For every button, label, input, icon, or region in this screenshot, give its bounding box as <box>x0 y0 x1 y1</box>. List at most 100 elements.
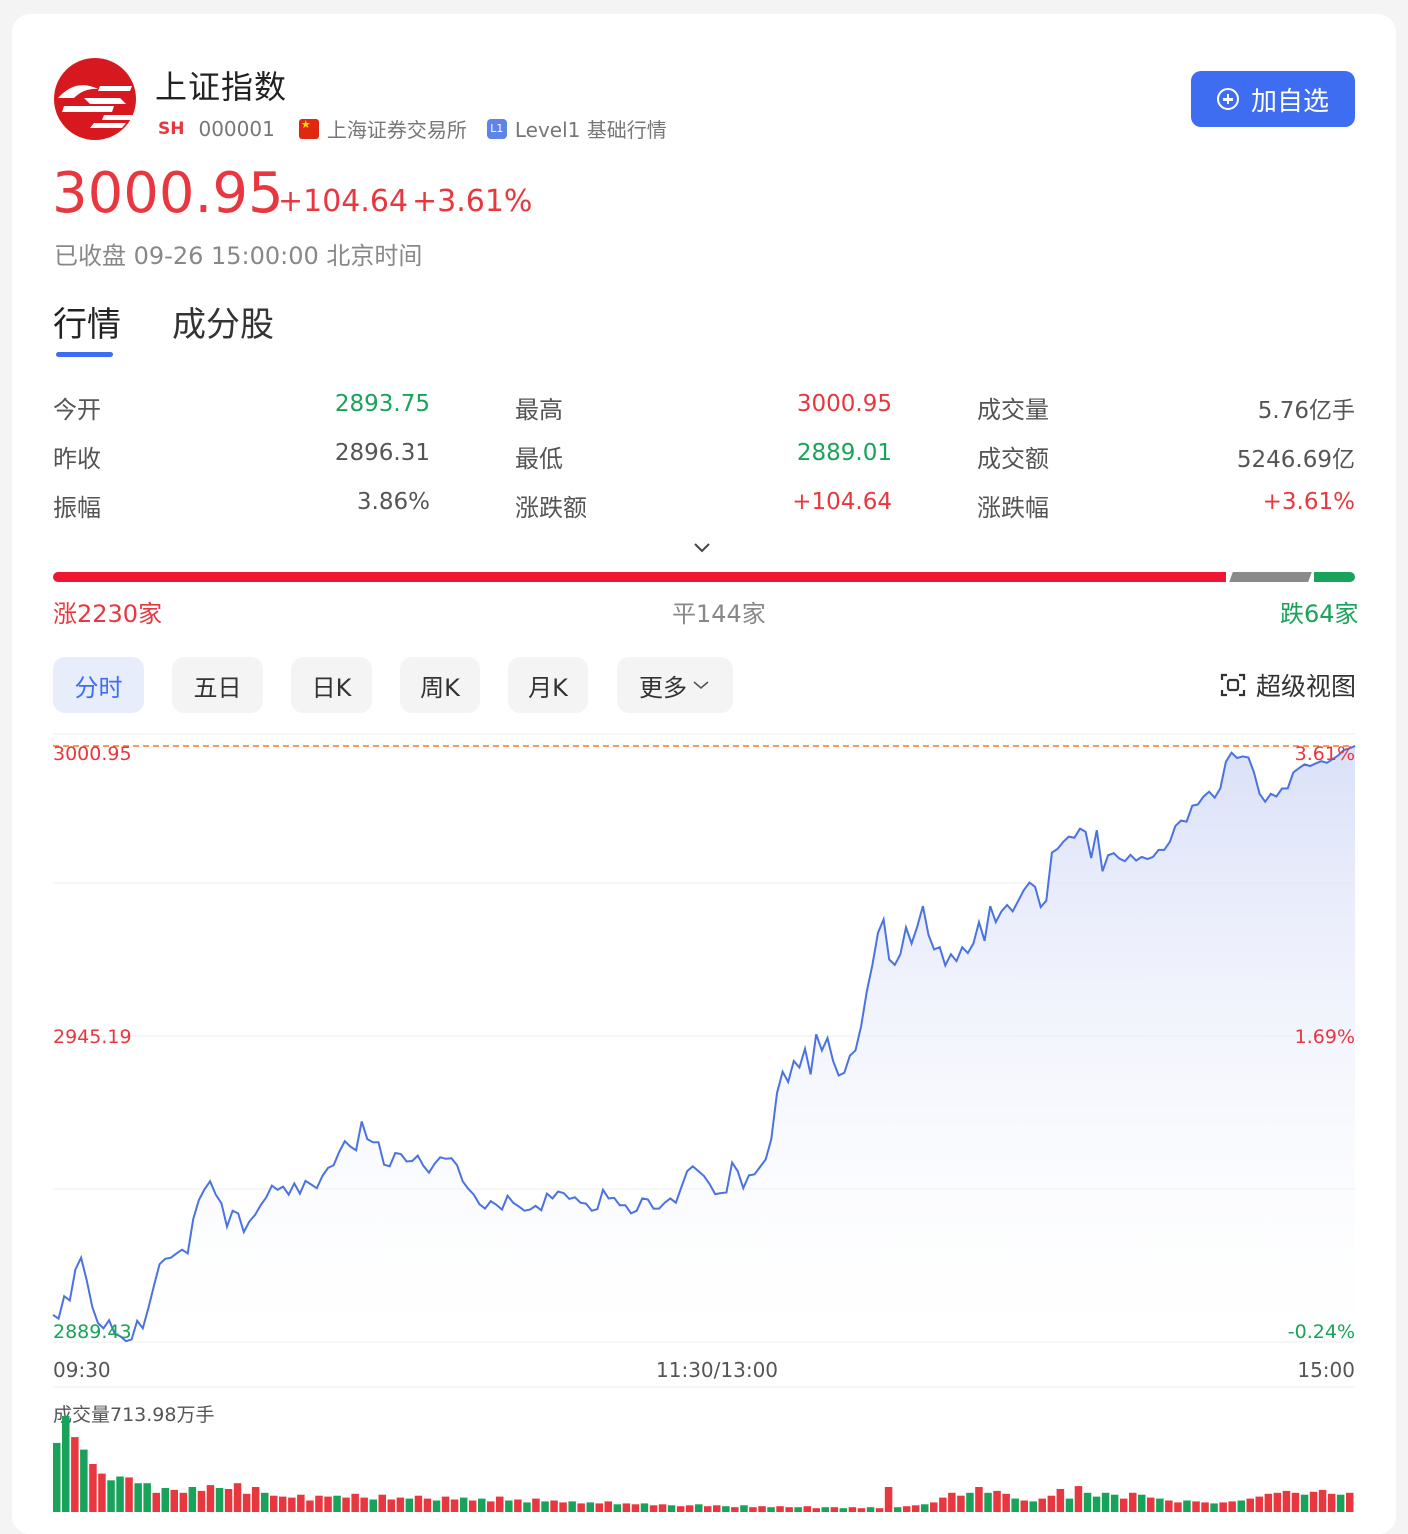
volume-bar <box>1300 1494 1309 1512</box>
tab-quote[interactable]: 行情 <box>53 297 121 346</box>
volume-bar <box>1174 1502 1182 1512</box>
volume-bar <box>478 1498 486 1512</box>
volume-bar <box>233 1483 242 1512</box>
volume-bar <box>984 1492 992 1512</box>
volume-bar <box>794 1507 802 1512</box>
volume-bar <box>206 1485 215 1512</box>
stat-value-volume: 5.76亿手 <box>1257 398 1355 424</box>
volume-bar <box>450 1499 459 1512</box>
chart-tab-daily-k[interactable]: 日K <box>291 657 372 713</box>
volume-bar <box>396 1497 405 1512</box>
last-price: 3000.95 <box>52 161 284 226</box>
volume-bar <box>487 1501 495 1512</box>
volume-bar <box>1264 1493 1273 1512</box>
volume-bar <box>866 1507 875 1512</box>
chart-tab-5day[interactable]: 五日 <box>172 657 263 713</box>
super-view-button[interactable]: 超级视图 <box>1220 667 1356 703</box>
y-pct-mid: 1.69% <box>1294 1026 1355 1048</box>
volume-bar <box>170 1489 178 1512</box>
volume-bar <box>1255 1496 1263 1512</box>
volume-bar <box>1346 1492 1354 1512</box>
volume-bar <box>1237 1500 1245 1512</box>
expand-chevron-icon[interactable] <box>691 536 713 558</box>
sse-logo-icon <box>54 58 136 140</box>
breadth-up-label: 涨2230家 <box>53 600 163 628</box>
volume-bar <box>441 1496 450 1512</box>
exchange-name: 上海证券交易所 <box>326 118 467 142</box>
stat-label-low: 最低 <box>515 445 563 473</box>
volume-bar <box>1246 1498 1254 1512</box>
volume-bar <box>1129 1492 1137 1512</box>
x-label-midday: 11:30/13:00 <box>656 1358 779 1382</box>
volume-bar <box>803 1506 811 1512</box>
volume-bar <box>1309 1491 1318 1512</box>
volume-bar <box>1273 1492 1282 1512</box>
volume-bar <box>1147 1497 1155 1512</box>
volume-bar <box>1101 1492 1110 1512</box>
volume-bar <box>432 1500 441 1512</box>
add-watchlist-button[interactable]: 加自选 <box>1191 71 1355 127</box>
volume-bar <box>242 1493 251 1512</box>
volume-bar <box>1002 1493 1010 1512</box>
stat-label-change: 涨跌额 <box>515 494 587 522</box>
volume-bar <box>731 1507 739 1512</box>
volume-bar <box>821 1507 829 1512</box>
stat-label-change-pct: 涨跌幅 <box>977 494 1049 522</box>
volume-bar <box>107 1480 115 1512</box>
volume-bar <box>577 1503 585 1512</box>
x-label-close: 15:00 <box>1297 1358 1355 1382</box>
volume-bar <box>1192 1501 1200 1512</box>
volume-bar <box>505 1500 513 1512</box>
stat-value-turnover: 5246.69亿 <box>1236 447 1355 473</box>
volume-bar <box>179 1492 188 1512</box>
volume-bar <box>523 1502 531 1512</box>
volume-bar <box>405 1498 414 1512</box>
chevron-down-icon <box>693 681 709 690</box>
volume-bar <box>776 1506 784 1512</box>
chart-tab-monthly-k[interactable]: 月K <box>508 657 588 713</box>
volume-bar <box>1110 1494 1119 1512</box>
breadth-down-label: 跌64家 <box>1280 600 1359 628</box>
volume-bar <box>676 1506 685 1512</box>
volume-bar <box>297 1494 305 1512</box>
chart-tab-intraday[interactable]: 分时 <box>53 657 144 713</box>
x-label-open: 09:30 <box>53 1358 111 1382</box>
volume-bar <box>215 1488 224 1512</box>
chart-tab-more[interactable]: 更多 <box>617 657 733 713</box>
volume-bar <box>1011 1498 1019 1512</box>
volume-bar <box>324 1496 332 1512</box>
stat-label-prev-close: 昨收 <box>53 445 101 473</box>
index-code: 000001 <box>198 116 275 141</box>
volume-bar <box>1074 1486 1083 1512</box>
stat-label-high: 最高 <box>515 396 563 424</box>
chart-tab-weekly-k[interactable]: 周K <box>400 657 480 713</box>
volume-bar <box>875 1508 884 1512</box>
stat-value-high: 3000.95 <box>796 391 892 417</box>
volume-bar <box>559 1502 567 1512</box>
volume-bar <box>1029 1501 1037 1512</box>
tab-constituents[interactable]: 成分股 <box>172 297 274 346</box>
volume-bar <box>89 1464 97 1512</box>
volume-bar <box>306 1500 314 1512</box>
volume-bar <box>1056 1489 1065 1512</box>
stat-value-amplitude: 3.86% <box>356 489 430 515</box>
volume-bar <box>685 1505 694 1512</box>
volume-bar <box>125 1477 133 1512</box>
volume-bar <box>839 1508 848 1512</box>
volume-bar <box>369 1499 377 1512</box>
volume-bar <box>830 1507 839 1512</box>
y-pct-high: 3.61% <box>1294 743 1355 765</box>
volume-bar <box>134 1483 142 1512</box>
intraday-chart[interactable] <box>12 732 1396 1412</box>
plus-circle-icon <box>1216 88 1239 110</box>
y-label-low: 2889.43 <box>53 1321 132 1343</box>
index-meta: SH 000001 上海证券交易所 L1 Level1 基础行情 <box>158 114 667 143</box>
volume-bar <box>1047 1495 1056 1512</box>
volume-bar <box>966 1492 974 1512</box>
volume-chart <box>53 1416 1354 1512</box>
level-text: Level1 基础行情 <box>514 118 667 142</box>
volume-bar <box>251 1487 260 1512</box>
volume-bar <box>188 1487 197 1512</box>
stat-value-open: 2893.75 <box>334 391 430 417</box>
volume-bar <box>270 1495 278 1512</box>
